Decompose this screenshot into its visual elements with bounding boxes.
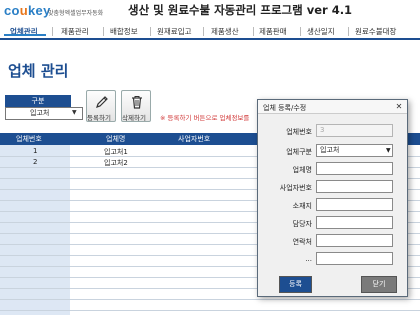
company-name-field[interactable]: [316, 162, 393, 175]
brand-tagline: 맞춤형엑셀업무자동화: [48, 10, 104, 17]
menu-separator: [253, 27, 254, 36]
menu-separator: [348, 27, 349, 36]
column-header-company-no[interactable]: 업체번호: [16, 134, 42, 144]
trash-icon: [132, 96, 142, 109]
table-cell-company-no[interactable]: 1: [33, 147, 37, 155]
delete-button-label[interactable]: 삭제하기: [122, 112, 146, 122]
column-header-business-no[interactable]: 사업자번호: [178, 134, 210, 144]
menu-separator: [203, 27, 204, 36]
address-field[interactable]: [316, 198, 393, 211]
app-title: 생산 및 원료수불 자동관리 프로그램 ver 4.1: [128, 3, 353, 17]
field-label-business-no: 사업자번호: [279, 184, 312, 192]
company-no-field: 3: [316, 124, 393, 137]
menu-item-material-ledger[interactable]: 원료수불대장: [355, 26, 396, 37]
table-cell-company-name[interactable]: 입고처1: [104, 147, 128, 157]
close-icon[interactable]: ✕: [393, 101, 405, 112]
field-label-company-type: 업체구분: [286, 148, 312, 156]
menu-separator: [103, 27, 104, 36]
register-button-label[interactable]: 등록하기: [87, 112, 111, 122]
menu-item-raw-material-in[interactable]: 원재료입고: [157, 26, 192, 37]
company-type-dropdown[interactable]: 입고처: [316, 144, 393, 157]
table-cell-company-no[interactable]: 2: [33, 158, 37, 166]
field-label-company-no: 업체번호: [286, 128, 312, 136]
field-label-extra: ...: [305, 255, 312, 263]
table-cell-company-name[interactable]: 입고처2: [104, 158, 128, 168]
field-label-manager: 담당자: [292, 220, 312, 228]
pencil-icon: [96, 96, 108, 108]
menu-item-mix-info[interactable]: 배합정보: [110, 26, 138, 37]
main-menu: 업체관리 제품관리 배합정보 원재료입고 제품생산 제품판매 생산일지 원료수불…: [0, 22, 420, 40]
page-title: 업체 관리: [8, 62, 69, 80]
dropdown-arrow-icon[interactable]: ▼: [72, 109, 77, 116]
menu-separator: [150, 27, 151, 36]
contact-field[interactable]: [316, 234, 393, 247]
dialog-register-button[interactable]: 등록: [279, 276, 312, 293]
extra-field[interactable]: [316, 252, 393, 265]
row-number-stripe: [0, 145, 70, 315]
field-label-contact: 연락처: [292, 238, 312, 246]
logo-text-u: u: [19, 3, 29, 18]
dialog-title: 업체 등록/수정: [263, 104, 307, 112]
dialog-titlebar[interactable]: 업체 등록/수정 ✕: [258, 100, 407, 114]
category-label: 구분: [5, 95, 71, 107]
menu-separator: [52, 27, 53, 36]
business-no-field[interactable]: [316, 180, 393, 193]
row-divider: [0, 299, 420, 300]
dialog-close-button[interactable]: 닫기: [361, 276, 397, 293]
menu-item-product[interactable]: 제품관리: [61, 26, 89, 37]
coukey-logo: coukey: [4, 3, 51, 18]
logo-text-co: co: [4, 3, 20, 18]
dropdown-arrow-icon[interactable]: ▼: [386, 147, 391, 154]
field-label-address: 소재지: [292, 202, 312, 210]
active-menu-indicator: [4, 34, 46, 36]
column-header-company-name[interactable]: 업체명: [106, 134, 125, 144]
register-hint: ※ 등록하기 버튼으로 업체정보를: [160, 114, 250, 122]
field-label-company-name: 업체명: [292, 166, 312, 174]
menu-item-production-log[interactable]: 생산일지: [307, 26, 335, 37]
menu-separator: [300, 27, 301, 36]
manager-field[interactable]: [316, 216, 393, 229]
brand-bar: coukey 맞춤형엑셀업무자동화 생산 및 원료수불 자동관리 프로그램 ve…: [0, 0, 420, 22]
menu-item-sales[interactable]: 제품판매: [259, 26, 287, 37]
menu-item-production[interactable]: 제품생산: [211, 26, 239, 37]
row-divider: [0, 310, 420, 311]
company-edit-dialog: 업체 등록/수정 ✕ 업체번호 3 업체구분 입고처 ▼ 업체명 사업자번호 소…: [257, 99, 408, 297]
